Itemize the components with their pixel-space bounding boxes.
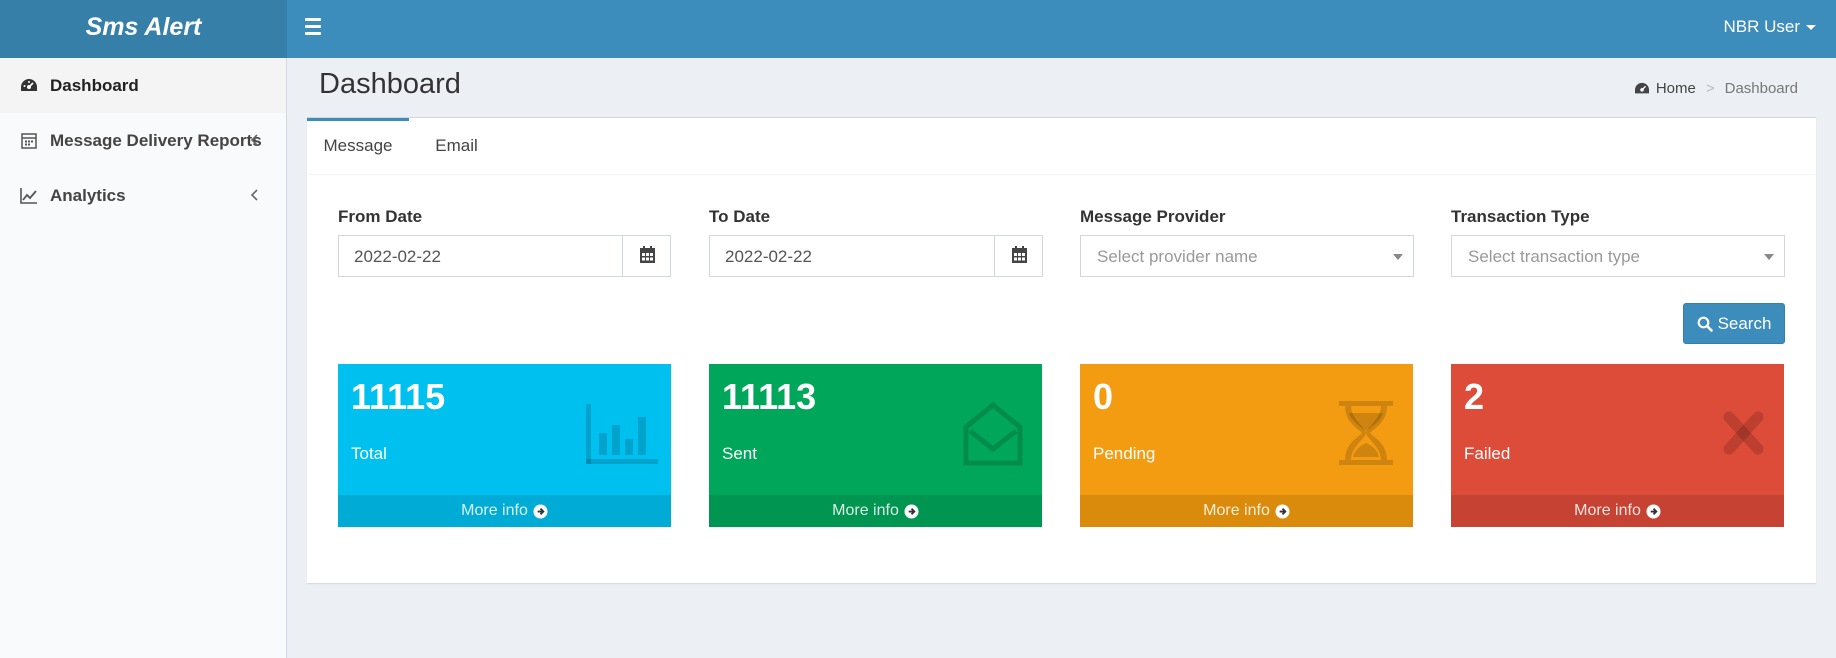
breadcrumb-home-label: Home: [1655, 80, 1696, 97]
stat-value: 2: [1464, 376, 1485, 417]
from-date-calendar-button[interactable]: [622, 236, 670, 276]
dashboard-icon: [21, 79, 37, 91]
transaction-type-select[interactable]: Select transaction type: [1451, 235, 1785, 277]
bar-chart-icon: [586, 404, 658, 464]
user-name: NBR User: [1723, 17, 1800, 36]
to-date-value: 2022-02-22: [725, 247, 812, 266]
stat-value: 11115: [351, 376, 446, 417]
arrow-circle-right-icon: [1646, 503, 1661, 519]
stat-label: Pending: [1093, 444, 1156, 463]
page-title: Dashboard: [319, 68, 461, 100]
message-provider-placeholder: Select provider name: [1097, 247, 1258, 266]
tab-message[interactable]: Message: [307, 118, 409, 174]
app-logo[interactable]: Sms Alert: [0, 0, 287, 58]
chevron-left-icon: [250, 189, 258, 201]
breadcrumb: Home > Dashboard: [1634, 80, 1798, 97]
stat-card-sent: 11113 Sent More info: [709, 364, 1042, 527]
search-button-label: Search: [1717, 313, 1772, 333]
calendar-icon: [1012, 246, 1027, 263]
tab-bar: Message Email: [307, 118, 1816, 175]
stat-card-failed: 2 Failed More info: [1451, 364, 1784, 527]
search-button[interactable]: Search: [1683, 303, 1785, 344]
more-info-link[interactable]: More info: [1451, 495, 1784, 527]
envelope-open-icon: [963, 401, 1023, 466]
arrow-circle-right-icon: [1275, 503, 1290, 519]
sidebar-item-label: Analytics: [50, 186, 126, 205]
top-navbar: Sms Alert NBR User: [0, 0, 1836, 58]
sidebar: Dashboard Message Delivery Reports Analy…: [0, 58, 287, 658]
more-info-link[interactable]: More info: [1080, 495, 1413, 527]
sidebar-item-label: Message Delivery Reports: [50, 131, 262, 150]
caret-down-icon: [1806, 25, 1816, 31]
message-provider-select[interactable]: Select provider name: [1080, 235, 1414, 277]
sidebar-item-analytics[interactable]: Analytics: [0, 168, 286, 223]
from-date-field[interactable]: 2022-02-22: [338, 235, 671, 277]
from-date-value: 2022-02-22: [354, 247, 441, 266]
search-icon: [1697, 316, 1713, 332]
dropdown-arrow-icon: [1393, 254, 1403, 260]
stat-card-pending: 0 Pending More info: [1080, 364, 1413, 527]
more-info-label: More info: [1574, 502, 1641, 519]
more-info-label: More info: [832, 502, 899, 519]
arrow-circle-right-icon: [904, 503, 919, 519]
close-icon: [1723, 411, 1764, 455]
more-info-label: More info: [461, 502, 528, 519]
to-date-calendar-button[interactable]: [994, 236, 1042, 276]
breadcrumb-home[interactable]: Home: [1634, 80, 1696, 97]
to-date-field[interactable]: 2022-02-22: [709, 235, 1043, 277]
sidebar-item-dashboard[interactable]: Dashboard: [0, 58, 286, 113]
user-menu[interactable]: NBR User: [1723, 0, 1816, 54]
stat-value: 0: [1093, 376, 1114, 417]
dashboard-icon: [1634, 82, 1649, 93]
sidebar-item-label: Dashboard: [50, 76, 139, 95]
dropdown-arrow-icon: [1764, 254, 1774, 260]
sidebar-toggle-icon[interactable]: [302, 14, 324, 40]
breadcrumb-separator: >: [1705, 80, 1715, 97]
more-info-link[interactable]: More info: [338, 495, 671, 527]
line-chart-icon: [20, 188, 37, 204]
to-date-label: To Date: [709, 207, 771, 226]
transaction-type-label: Transaction Type: [1451, 207, 1590, 226]
stat-card-total: 11115 Total More info: [338, 364, 671, 527]
from-date-label: From Date: [338, 207, 423, 226]
chevron-left-icon: [250, 134, 258, 146]
breadcrumb-current: Dashboard: [1724, 80, 1798, 97]
stat-label: Failed: [1464, 444, 1511, 463]
hourglass-icon: [1339, 401, 1393, 465]
stat-label: Sent: [722, 444, 757, 463]
calendar-icon: [21, 133, 37, 149]
arrow-circle-right-icon: [533, 503, 548, 519]
calendar-icon: [640, 246, 655, 263]
sidebar-item-message-delivery-reports[interactable]: Message Delivery Reports: [0, 113, 286, 168]
stat-value: 11113: [722, 376, 817, 417]
more-info-label: More info: [1203, 502, 1270, 519]
more-info-link[interactable]: More info: [709, 495, 1042, 527]
transaction-type-placeholder: Select transaction type: [1468, 247, 1640, 266]
message-provider-label: Message Provider: [1080, 207, 1226, 226]
tab-email[interactable]: Email: [409, 118, 504, 174]
stat-label: Total: [351, 444, 387, 463]
